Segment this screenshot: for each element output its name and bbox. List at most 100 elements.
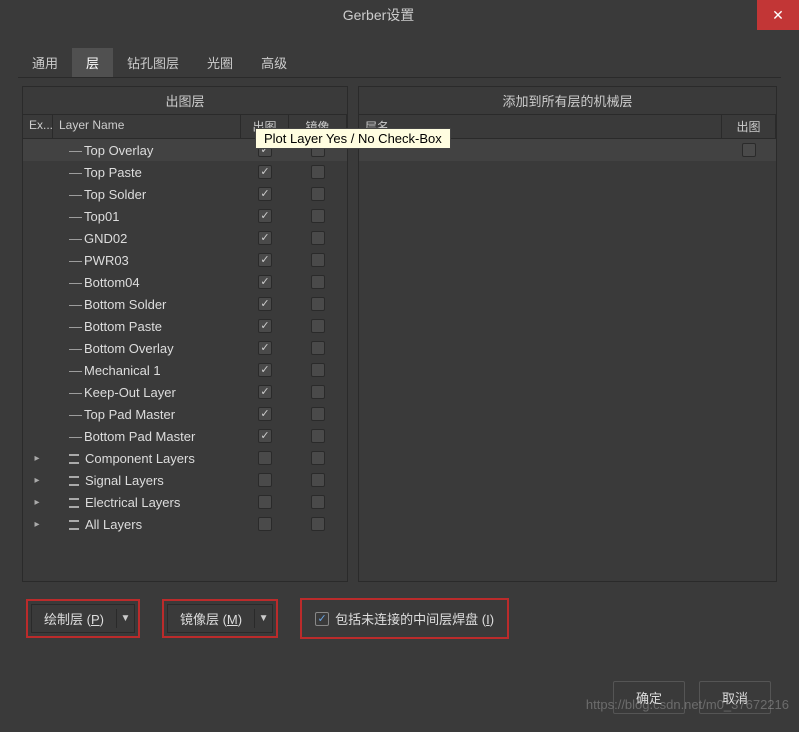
plot-checkbox[interactable]: [258, 363, 272, 377]
table-row[interactable]: —Bottom Solder: [23, 293, 347, 315]
dropdown-label: 镜像层 (M): [168, 605, 254, 632]
tooltip: Plot Layer Yes / No Check-Box: [255, 128, 451, 149]
table-row[interactable]: —PWR03: [23, 249, 347, 271]
layer-icon: —: [69, 165, 82, 180]
mirror-checkbox[interactable]: [311, 451, 325, 465]
tab-advanced[interactable]: 高级: [247, 48, 301, 77]
col-layer-name[interactable]: Layer Name: [53, 115, 241, 138]
plot-checkbox[interactable]: [258, 231, 272, 245]
plot-checkbox[interactable]: [258, 429, 272, 443]
plot-checkbox[interactable]: [258, 517, 272, 531]
table-row[interactable]: —Bottom Paste: [23, 315, 347, 337]
layer-name-label: PWR03: [84, 253, 129, 268]
plot-checkbox[interactable]: [258, 341, 272, 355]
col-plot-r[interactable]: 出图: [722, 115, 776, 138]
plot-checkbox[interactable]: [258, 209, 272, 223]
cancel-button[interactable]: 取消: [699, 681, 771, 714]
col-extension[interactable]: Ex...: [23, 115, 53, 138]
table-row[interactable]: —Mechanical 1: [23, 359, 347, 381]
table-row[interactable]: —Top Pad Master: [23, 403, 347, 425]
mechanical-layers-panel: 添加到所有层的机械层 层名 出图: [358, 86, 777, 582]
layer-name-label: Keep-Out Layer: [84, 385, 176, 400]
table-row[interactable]: —Bottom04: [23, 271, 347, 293]
mirror-checkbox[interactable]: [311, 275, 325, 289]
plot-checkbox[interactable]: [258, 165, 272, 179]
tab-drill[interactable]: 钻孔图层: [113, 48, 193, 77]
layer-name-label: Mechanical 1: [84, 363, 161, 378]
plot-checkbox[interactable]: [258, 275, 272, 289]
table-row[interactable]: ▸Signal Layers: [23, 469, 347, 491]
table-row[interactable]: —GND02: [23, 227, 347, 249]
mirror-checkbox[interactable]: [311, 297, 325, 311]
table-row[interactable]: —Top Paste: [23, 161, 347, 183]
highlight-box: 绘制层 (P) ▼: [26, 599, 140, 638]
table-row[interactable]: —Keep-Out Layer: [23, 381, 347, 403]
layer-icon: —: [69, 363, 82, 378]
ok-button[interactable]: 确定: [613, 681, 685, 714]
mirror-checkbox[interactable]: [311, 319, 325, 333]
plot-checkbox[interactable]: [258, 495, 272, 509]
table-row[interactable]: —Top Solder: [23, 183, 347, 205]
layer-name-cell: —Top Overlay: [53, 143, 241, 158]
layer-name-cell: —GND02: [53, 231, 241, 246]
mirror-checkbox[interactable]: [311, 473, 325, 487]
include-unconnected-checkbox[interactable]: [315, 612, 329, 626]
plot-checkbox[interactable]: [258, 253, 272, 267]
tab-general[interactable]: 通用: [18, 48, 72, 77]
table-row[interactable]: —Bottom Overlay: [23, 337, 347, 359]
plot-checkbox[interactable]: [258, 187, 272, 201]
mirror-checkbox[interactable]: [311, 407, 325, 421]
mirror-checkbox[interactable]: [311, 187, 325, 201]
layer-name-cell: —Bottom Solder: [53, 297, 241, 312]
layer-name-cell: —Top01: [53, 209, 241, 224]
table-row[interactable]: —Bottom Pad Master: [23, 425, 347, 447]
layer-name-cell: —PWR03: [53, 253, 241, 268]
mirror-checkbox[interactable]: [311, 165, 325, 179]
table-row[interactable]: ▸All Layers: [23, 513, 347, 535]
plot-checkbox[interactable]: [258, 297, 272, 311]
plot-checkbox[interactable]: [258, 385, 272, 399]
mirror-checkbox[interactable]: [311, 385, 325, 399]
layer-name-label: Bottom04: [84, 275, 140, 290]
plot-checkbox[interactable]: [258, 451, 272, 465]
group-icon: [69, 520, 81, 528]
mirror-checkbox[interactable]: [311, 253, 325, 267]
layer-name-cell: Electrical Layers: [53, 495, 241, 510]
expand-arrow-icon[interactable]: ▸: [34, 497, 39, 508]
mirror-checkbox[interactable]: [311, 495, 325, 509]
tab-aperture[interactable]: 光圈: [193, 48, 247, 77]
mirror-checkbox[interactable]: [311, 517, 325, 531]
mirror-checkbox[interactable]: [311, 341, 325, 355]
plot-checkbox[interactable]: [258, 473, 272, 487]
expand-arrow-icon[interactable]: ▸: [34, 519, 39, 530]
layer-name-cell: —Top Paste: [53, 165, 241, 180]
plot-checkbox[interactable]: [742, 143, 756, 157]
close-button[interactable]: ✕: [757, 0, 799, 30]
plot-layers-dropdown[interactable]: 绘制层 (P) ▼: [31, 604, 135, 633]
mirror-layers-dropdown[interactable]: 镜像层 (M) ▼: [167, 604, 273, 633]
table-row[interactable]: —Top01: [23, 205, 347, 227]
layer-name-cell: —Bottom Paste: [53, 319, 241, 334]
titlebar: Gerber设置 ✕: [0, 0, 799, 30]
layer-name-label: Bottom Solder: [84, 297, 166, 312]
layer-name-label: Bottom Paste: [84, 319, 162, 334]
mirror-checkbox[interactable]: [311, 231, 325, 245]
layer-icon: —: [69, 297, 82, 312]
mirror-checkbox[interactable]: [311, 209, 325, 223]
expand-arrow-icon[interactable]: ▸: [34, 453, 39, 464]
expand-arrow-icon[interactable]: ▸: [34, 475, 39, 486]
layer-name-label: Top Paste: [84, 165, 142, 180]
table-row[interactable]: ▸Component Layers: [23, 447, 347, 469]
table-row[interactable]: ▸ Electrical Layers: [23, 491, 347, 513]
plot-checkbox[interactable]: [258, 407, 272, 421]
mirror-checkbox[interactable]: [311, 363, 325, 377]
chevron-down-icon: ▼: [116, 609, 134, 628]
plot-checkbox[interactable]: [258, 319, 272, 333]
highlight-box: 包括未连接的中间层焊盘 (I): [300, 598, 509, 639]
layer-name-label: Top Pad Master: [84, 407, 175, 422]
mirror-checkbox[interactable]: [311, 429, 325, 443]
tab-layers[interactable]: 层: [72, 48, 113, 77]
dropdown-label: 绘制层 (P): [32, 605, 116, 632]
group-icon: [69, 454, 81, 462]
highlight-box: 镜像层 (M) ▼: [162, 599, 278, 638]
